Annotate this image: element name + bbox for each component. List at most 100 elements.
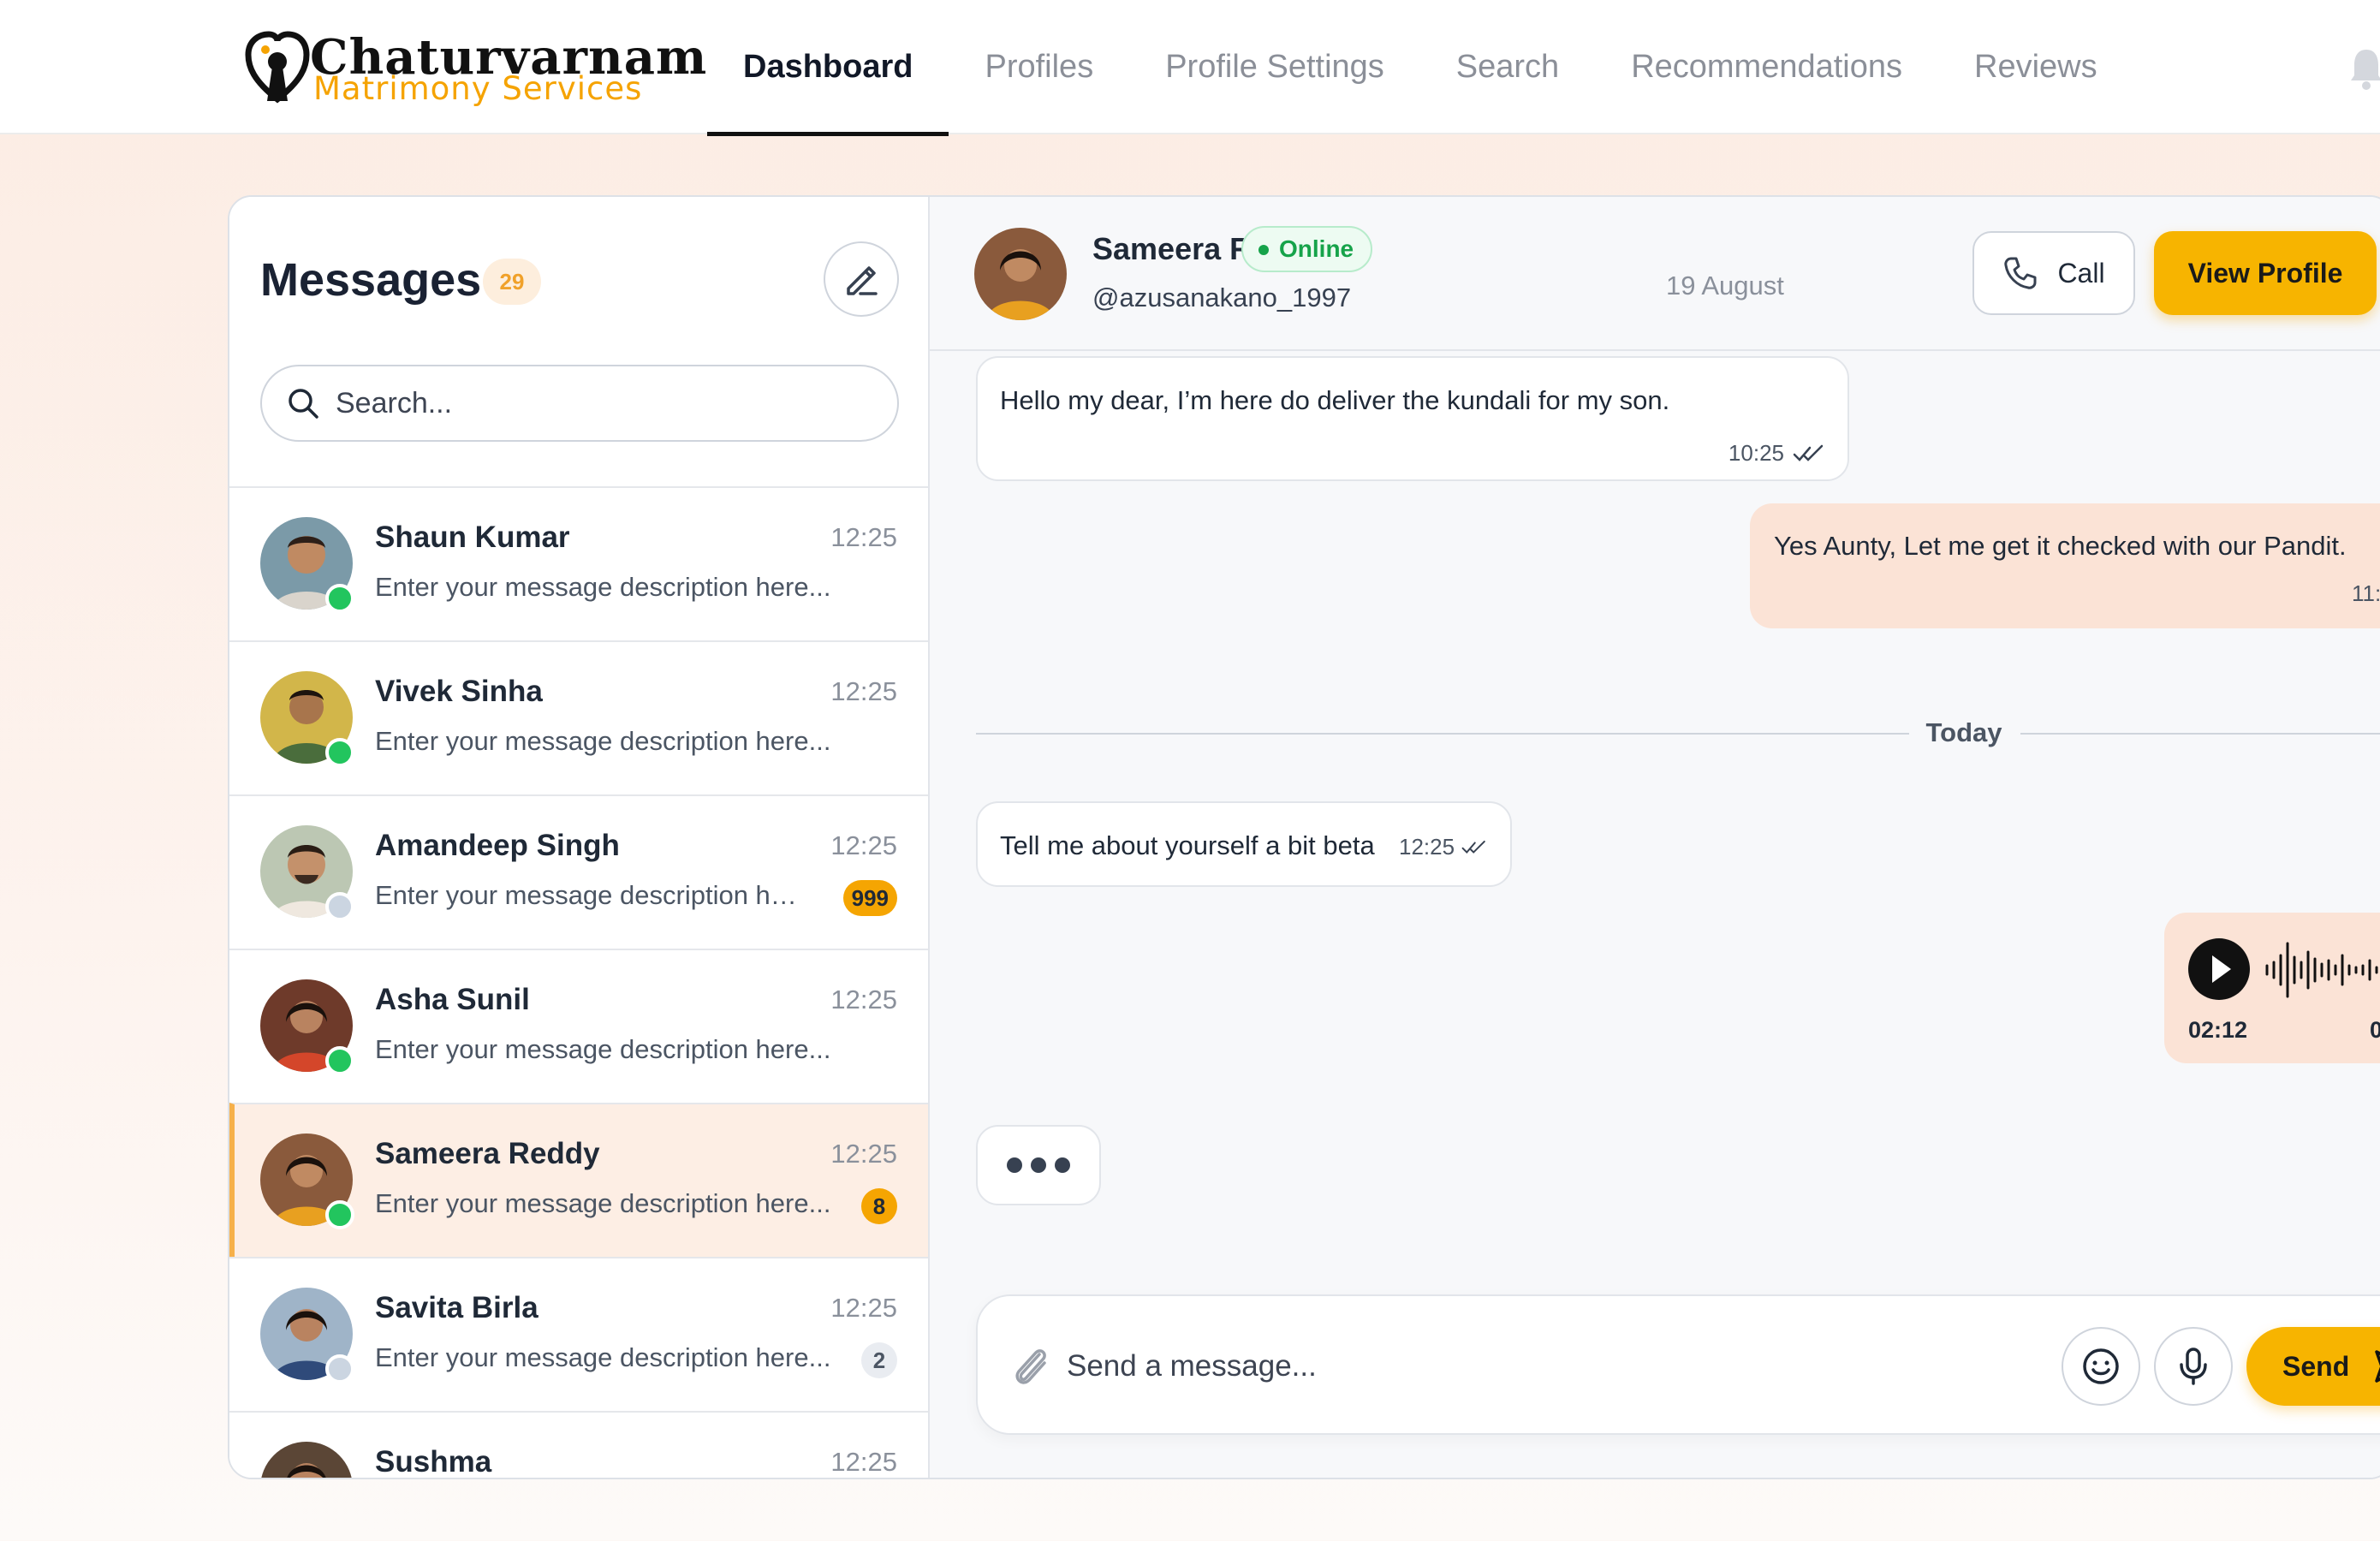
conversation-name: Savita Birla bbox=[375, 1291, 538, 1324]
conversation-name: Shaun Kumar bbox=[375, 521, 570, 554]
conversation-preview: Enter your message description here... bbox=[375, 1342, 831, 1372]
conversation-item-vivek-sinha[interactable]: Vivek Sinha 12:25 Enter your message des… bbox=[229, 640, 928, 794]
date-divider-label: Today bbox=[1925, 717, 2002, 747]
message-composer: Send bbox=[976, 1294, 2380, 1435]
conversation-preview: Enter your message description here... bbox=[375, 880, 812, 910]
chat-date: 19 August bbox=[1666, 271, 1784, 300]
top-navigation-bar: Chaturvarnam Matrimony Services Dashboar… bbox=[0, 0, 2380, 136]
outgoing-message: Yes Aunty, Let me get it checked with ou… bbox=[1750, 503, 2380, 628]
microphone-icon bbox=[2180, 1348, 2207, 1385]
message-meta: 12:25 bbox=[1399, 834, 1487, 860]
app-page: Chaturvarnam Matrimony Services Dashboar… bbox=[0, 0, 2380, 1541]
double-check-icon bbox=[1793, 444, 1824, 461]
message-text: Hello my dear, I’m here do deliver the k… bbox=[1000, 385, 1670, 415]
message-time: 11:25 bbox=[2352, 580, 2380, 606]
voice-sent-time: 01: bbox=[2370, 1017, 2380, 1044]
conversation-name: Vivek Sinha bbox=[375, 675, 543, 708]
online-status-dot bbox=[325, 1200, 354, 1229]
conversation-preview: Enter your message description here... bbox=[375, 1034, 831, 1064]
messages-panel: Messages 29 Search... Shaun Kumar 12:25 … bbox=[228, 195, 2380, 1479]
search-icon bbox=[289, 389, 318, 419]
conversation-time: 12:25 bbox=[830, 1447, 897, 1477]
online-status-dot bbox=[325, 738, 354, 767]
unread-badge: 999 bbox=[842, 880, 897, 916]
online-status-dot bbox=[325, 1046, 354, 1075]
nav-profile-settings[interactable]: Profile Settings bbox=[1129, 0, 1420, 134]
audio-waveform[interactable] bbox=[2264, 940, 2380, 1000]
conversation-preview: Enter your message description here... bbox=[375, 726, 831, 756]
voice-message: 02:12 01: bbox=[2164, 913, 2380, 1063]
message-text: Tell me about yourself a bit beta bbox=[1000, 830, 1375, 860]
offline-status-dot bbox=[325, 892, 354, 921]
paperclip-icon[interactable] bbox=[1010, 1342, 1051, 1390]
conversation-time: 12:25 bbox=[830, 830, 897, 860]
nav-reviews[interactable]: Reviews bbox=[1938, 0, 2133, 134]
message-meta: 10:25 bbox=[1728, 440, 1825, 467]
conversation-time: 12:25 bbox=[830, 1139, 897, 1169]
conversation-item-sameera-reddy[interactable]: Sameera Reddy 12:25 Enter your message d… bbox=[229, 1103, 928, 1257]
brand-tagline: Matrimony Services bbox=[313, 70, 643, 107]
incoming-message: Hello my dear, I’m here do deliver the k… bbox=[976, 356, 1849, 481]
unread-badge: 8 bbox=[861, 1188, 897, 1224]
conversation-search[interactable] bbox=[260, 365, 899, 442]
call-label: Call bbox=[2057, 257, 2105, 289]
avatar bbox=[260, 1442, 353, 1478]
emoji-button[interactable] bbox=[2062, 1327, 2140, 1406]
voice-elapsed-time: 02:12 bbox=[2188, 1017, 2248, 1043]
conversation-item-savita-birla[interactable]: Savita Birla 12:25 Enter your message de… bbox=[229, 1257, 928, 1411]
nav-profiles[interactable]: Profiles bbox=[949, 0, 1129, 134]
phone-icon bbox=[2004, 257, 2037, 289]
edit-pencil-icon bbox=[847, 266, 878, 295]
bell-icon[interactable] bbox=[2349, 45, 2380, 92]
conversation-item-shaun-kumar[interactable]: Shaun Kumar 12:25 Enter your message des… bbox=[229, 486, 928, 640]
view-profile-button[interactable]: View Profile bbox=[2154, 231, 2377, 315]
message-input[interactable] bbox=[1067, 1339, 1923, 1394]
typing-dot bbox=[1031, 1157, 1046, 1173]
message-text: Yes Aunty, Let me get it checked with ou… bbox=[1774, 531, 2347, 561]
nav-search[interactable]: Search bbox=[1420, 0, 1595, 134]
online-status-dot bbox=[325, 584, 354, 613]
main-nav: Dashboard Profiles Profile Settings Sear… bbox=[707, 0, 2133, 136]
typing-dot bbox=[1055, 1157, 1070, 1173]
chat-header: Sameera Reddy Online @azusanakano_1997 1… bbox=[930, 197, 2380, 351]
conversation-item-asha-sunil[interactable]: Asha Sunil 12:25 Enter your message desc… bbox=[229, 949, 928, 1103]
conversation-name: Asha Sunil bbox=[375, 983, 530, 1016]
send-label: Send bbox=[2282, 1350, 2350, 1382]
conversation-name: Amandeep Singh bbox=[375, 829, 620, 862]
conversation-list: Shaun Kumar 12:25 Enter your message des… bbox=[229, 486, 930, 1479]
compose-button[interactable] bbox=[824, 241, 899, 317]
conversation-time: 12:25 bbox=[830, 676, 897, 706]
conversation-preview: Enter your message description here... bbox=[375, 1188, 831, 1218]
call-button[interactable]: Call bbox=[1972, 231, 2135, 315]
voice-record-button[interactable] bbox=[2154, 1327, 2233, 1406]
message-time: 10:25 bbox=[1728, 440, 1784, 466]
contact-handle: @azusanakano_1997 bbox=[1092, 283, 1352, 312]
typing-indicator bbox=[976, 1125, 1101, 1205]
online-status-badge: Online bbox=[1241, 226, 1373, 272]
conversation-sidebar: Messages 29 Search... Shaun Kumar 12:25 … bbox=[229, 197, 930, 1479]
search-input[interactable] bbox=[336, 386, 849, 420]
typing-dot bbox=[1007, 1157, 1022, 1173]
message-time: 12:25 bbox=[1399, 834, 1455, 860]
double-check-icon bbox=[1461, 840, 1485, 854]
nav-recommendations[interactable]: Recommendations bbox=[1595, 0, 1938, 134]
unread-badge: 2 bbox=[861, 1342, 897, 1378]
send-button[interactable]: Send bbox=[2246, 1327, 2380, 1406]
heart-lock-logo-icon bbox=[245, 31, 310, 104]
date-divider-line-left bbox=[976, 733, 1909, 735]
send-arrow-icon bbox=[2375, 1350, 2380, 1383]
nav-dashboard[interactable]: Dashboard bbox=[707, 0, 949, 136]
conversation-preview: Enter your message description here... bbox=[375, 572, 831, 602]
conversation-time: 12:25 bbox=[830, 985, 897, 1014]
conversation-time: 12:25 bbox=[830, 1293, 897, 1323]
play-button[interactable] bbox=[2188, 938, 2250, 1000]
conversation-name: Sushma bbox=[375, 1445, 492, 1479]
brand-logo[interactable]: Chaturvarnam Matrimony Services bbox=[245, 26, 706, 111]
messages-title: Messages bbox=[260, 254, 482, 306]
smiley-icon bbox=[2083, 1348, 2119, 1384]
conversation-item-sushma[interactable]: Sushma 12:25 bbox=[229, 1411, 928, 1479]
offline-status-dot bbox=[325, 1354, 354, 1383]
conversation-item-amandeep-singh[interactable]: Amandeep Singh 12:25 Enter your message … bbox=[229, 794, 928, 949]
messages-count-badge: 29 bbox=[483, 259, 541, 305]
contact-avatar[interactable] bbox=[974, 228, 1067, 320]
